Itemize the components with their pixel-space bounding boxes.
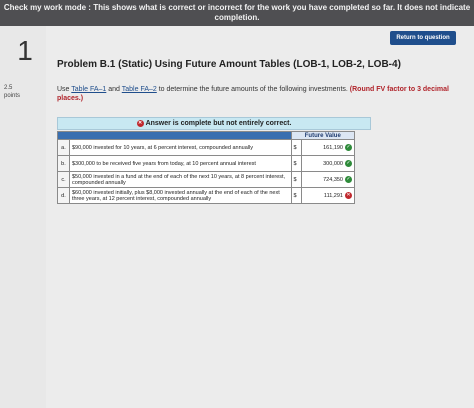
table-header-blank	[57, 131, 292, 140]
banner-line-1: Check my work mode : This shows what is …	[3, 3, 471, 12]
row-description: $50,000 invested in a fund at the end of…	[68, 171, 292, 188]
points-value: 2.5	[4, 85, 13, 91]
row-description: $60,000 invested initially, plus $8,000 …	[68, 187, 292, 204]
check-icon: ✓	[345, 144, 352, 151]
dollar-sign: $	[290, 155, 303, 172]
answer-input-c[interactable]: 724,350 ✓	[301, 171, 355, 188]
dollar-sign: $	[290, 171, 303, 188]
incorrect-x-icon: ✕	[136, 119, 144, 127]
answer-input-d[interactable]: 111,291 ✕	[301, 187, 355, 204]
check-work-banner: Check my work mode : This shows what is …	[0, 0, 474, 26]
instructions: Use Table FA–1 and Table FA–2 to determi…	[57, 86, 449, 102]
answer-status-bar: ✕ Answer is complete but not entirely cor…	[57, 117, 371, 130]
table-row: b. $300,000 to be received five years fr…	[57, 155, 355, 172]
problem-title: Problem B.1 (Static) Using Future Amount…	[57, 59, 401, 70]
row-letter: d.	[57, 187, 70, 204]
row-letter: a.	[57, 139, 70, 156]
question-number: 1	[17, 35, 33, 66]
points-info: 2.5 points	[4, 84, 20, 100]
check-icon: ✓	[345, 176, 352, 183]
table-row: c. $50,000 invested in a fund at the end…	[57, 171, 355, 188]
row-letter: b.	[57, 155, 70, 172]
answer-input-a[interactable]: 161,190 ✓	[301, 139, 355, 156]
future-value-header: Future Value	[290, 131, 356, 140]
table-fa1-link[interactable]: Table FA–1	[71, 86, 106, 93]
dollar-sign: $	[290, 187, 303, 204]
table-row: a. $90,000 invested for 10 years, at 6 p…	[57, 139, 355, 156]
row-description: $300,000 to be received five years from …	[68, 155, 292, 172]
question-panel	[46, 26, 474, 408]
points-label: points	[4, 93, 21, 99]
answer-status-text: Answer is complete but not entirely corr…	[145, 120, 292, 127]
table-fa2-link[interactable]: Table FA–2	[122, 86, 157, 93]
banner-line-2: completion.	[214, 13, 260, 22]
future-value-table: Future Value a. $90,000 invested for 10 …	[57, 131, 356, 204]
return-to-question-button[interactable]: Return to question	[390, 31, 456, 45]
row-description: $90,000 invested for 10 years, at 6 perc…	[68, 139, 292, 156]
close-icon: ✕	[345, 192, 352, 199]
row-letter: c.	[57, 171, 70, 188]
dollar-sign: $	[290, 139, 303, 156]
check-icon: ✓	[345, 160, 352, 167]
table-row: d. $60,000 invested initially, plus $8,0…	[57, 187, 355, 204]
answer-input-b[interactable]: 300,000 ✓	[301, 155, 355, 172]
